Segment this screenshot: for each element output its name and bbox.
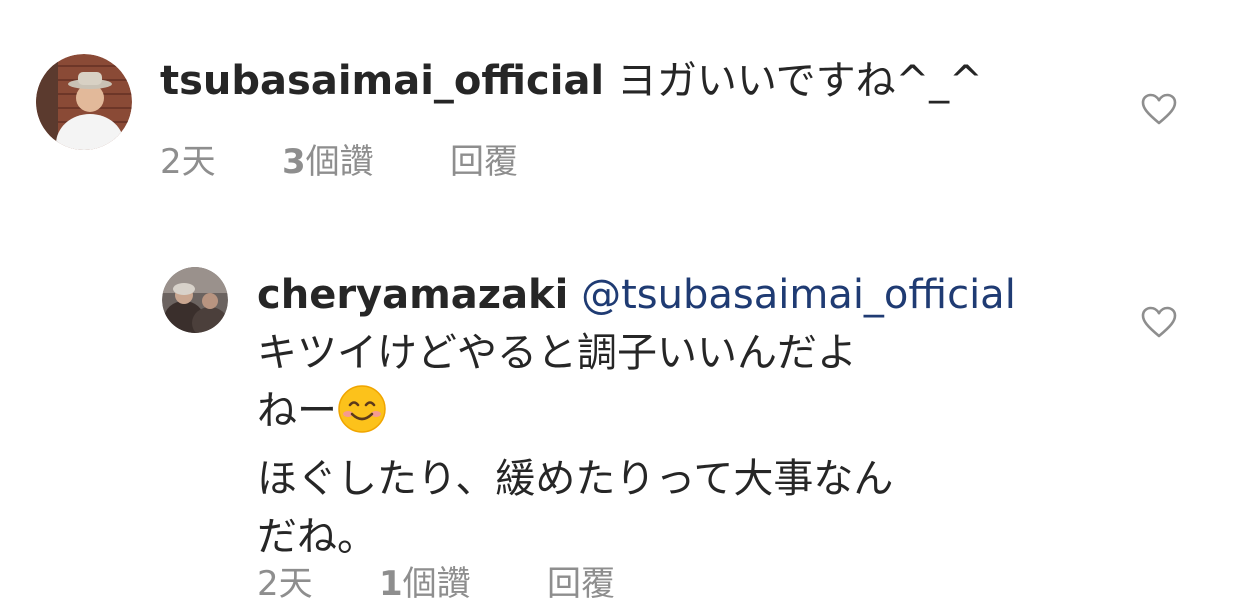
comment-line: だね。 (257, 514, 377, 560)
comment-line: ねー (257, 388, 337, 434)
avatar[interactable] (162, 267, 228, 333)
comment-text: cheryamazaki @tsubasaimai_official キツイけど… (257, 266, 1016, 566)
like-count-label: 個讚 (402, 564, 471, 604)
mention-link[interactable]: @tsubasaimai_official (581, 272, 1016, 318)
comment-timestamp[interactable]: 2天 (257, 556, 379, 605)
smiling-face-emoji-icon (337, 384, 387, 450)
reply-button[interactable]: 回覆 (547, 556, 615, 605)
comment-username[interactable]: cheryamazaki (257, 272, 568, 318)
comment-line: キツイけどやると調子いいんだよ (257, 330, 857, 376)
comment-like-count[interactable]: 1個讚 (379, 556, 547, 605)
heart-outline-icon[interactable] (1141, 306, 1177, 338)
like-count-number: 1 (379, 564, 403, 604)
comment-line: ほぐしたり、緩めたりって大事なん (257, 456, 894, 502)
comment-meta: 2天 1個讚 回覆 (257, 556, 615, 605)
reply-comment: cheryamazaki @tsubasaimai_official キツイけど… (0, 0, 1242, 611)
